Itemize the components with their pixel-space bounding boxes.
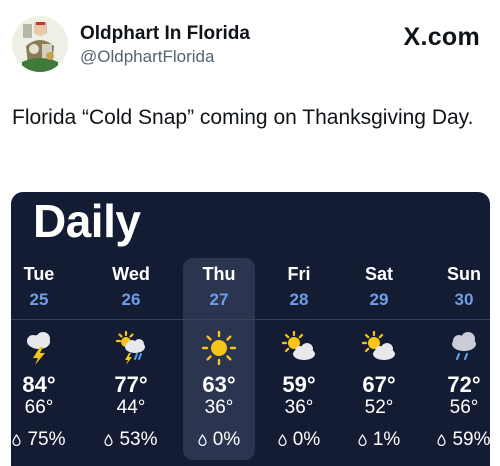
low-temp: 44° (116, 397, 146, 418)
low-temp: 52° (364, 397, 394, 418)
sunny-icon (201, 330, 237, 366)
x-brand-logo: X.com (403, 23, 480, 51)
day-name: Thu (202, 264, 236, 284)
precip-chance: 0% (259, 429, 339, 451)
low-temp: 36° (284, 397, 314, 418)
day-name: Tue (23, 264, 55, 284)
thunderstorm-icon (27, 332, 50, 365)
avatar-image (12, 16, 68, 72)
day-name: Sat (364, 264, 393, 284)
precip-value: 0% (212, 429, 241, 450)
precip-chance: 1% (339, 429, 419, 451)
display-name[interactable]: Oldphart In Florida (80, 23, 250, 45)
day-column-wed: Wed 26 77° 44° 53% (91, 192, 171, 466)
day-date: 26 (121, 290, 141, 309)
day-name: Sun (447, 264, 481, 284)
day-date: 29 (369, 290, 389, 309)
raindrop-icon (278, 434, 287, 446)
low-temp: 36° (204, 397, 234, 418)
day-date: 30 (454, 290, 474, 309)
low-temp: 66° (24, 397, 54, 418)
high-temp: 67° (362, 372, 396, 397)
raindrop-icon (437, 434, 447, 446)
high-temp: 63° (202, 372, 236, 397)
day-name: Wed (112, 264, 150, 284)
tweet-text: Florida “Cold Snap” coming on Thanksgivi… (12, 106, 474, 129)
low-temp: 56° (449, 397, 479, 418)
precip-value: 53% (119, 429, 158, 450)
tweet-header: Oldphart In Florida @OldphartFlorida X.c… (12, 14, 488, 72)
day-date: 25 (29, 290, 49, 309)
precip-chance: 75% (11, 429, 79, 451)
avatar[interactable] (12, 16, 68, 72)
day-date: 27 (209, 290, 229, 309)
high-temp: 59° (282, 372, 316, 397)
day-column-tue: Tue 25 84° 66° 75% (11, 192, 79, 466)
day-name: Fri (287, 264, 311, 284)
partly-cloudy-icon (281, 330, 315, 360)
high-temp: 84° (22, 372, 56, 397)
weather-forecast-image: Daily Tue 25 84° 66° 75% Wed 26 77° 44° … (11, 192, 490, 466)
raindrop-icon (358, 434, 367, 446)
precip-chance: 0% (179, 429, 259, 451)
day-date: 28 (289, 290, 309, 309)
partly-cloudy-icon (361, 330, 395, 360)
raindrop-icon (104, 434, 114, 446)
day-column-fri: Fri 28 59° 36° 0% (259, 192, 339, 466)
raindrop-icon (198, 434, 207, 446)
precip-chance: 59% (424, 429, 490, 451)
precip-value: 75% (27, 429, 66, 450)
day-column-sat: Sat 29 67° 52° 1% (339, 192, 419, 466)
precip-value: 0% (292, 429, 321, 450)
day-column-thu: Thu 27 63° 36° 0% (179, 192, 259, 466)
high-temp: 72° (447, 372, 481, 397)
partly-sunny-thunderstorm-icon (115, 330, 145, 365)
precip-value: 1% (372, 429, 401, 450)
user-handle[interactable]: @OldphartFlorida (80, 46, 250, 68)
day-column-sun: Sun 30 72° 56° 59% (424, 192, 490, 466)
high-temp: 77° (114, 372, 148, 397)
precip-value: 59% (452, 429, 490, 450)
raindrop-icon (12, 434, 22, 446)
precip-chance: 53% (91, 429, 171, 451)
rain-icon (452, 332, 476, 361)
